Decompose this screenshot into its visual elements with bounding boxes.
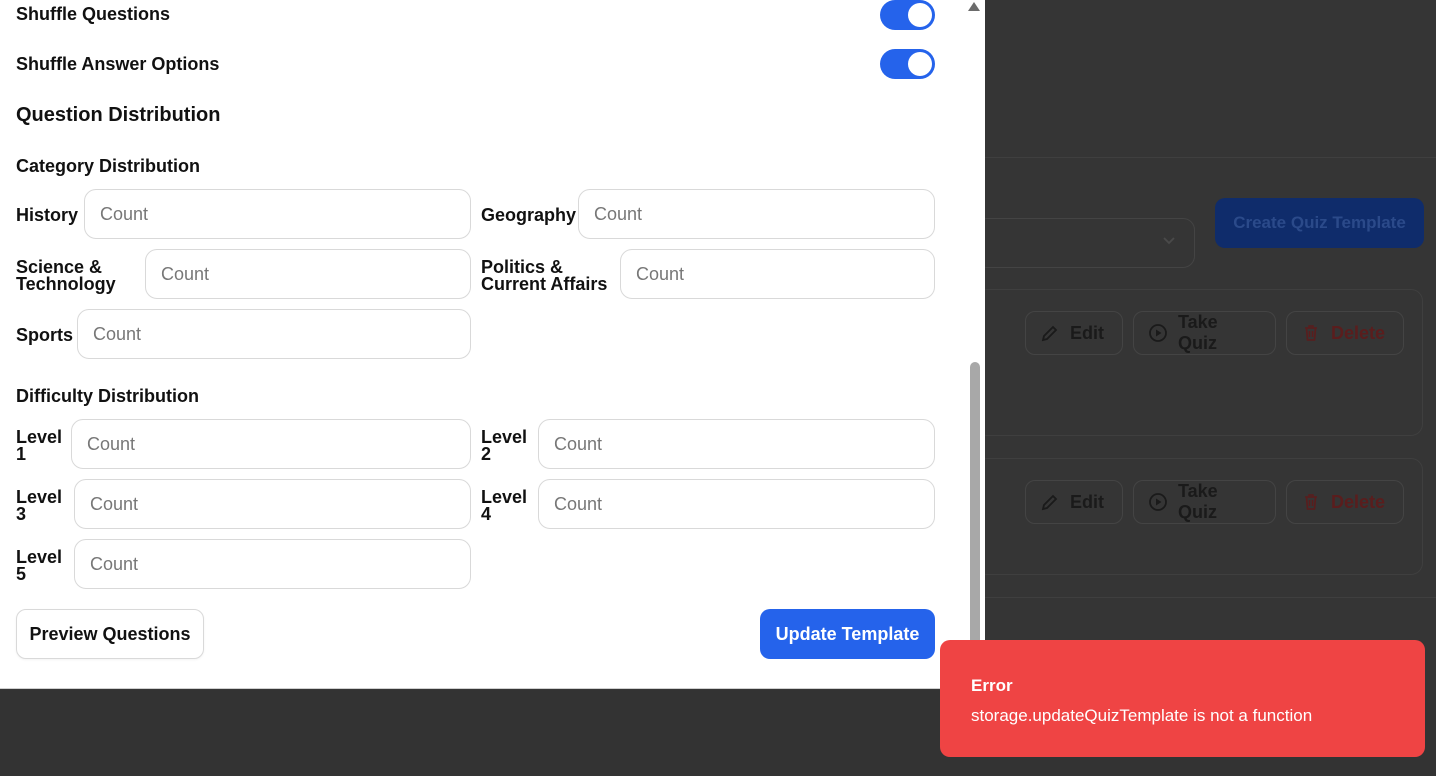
preview-questions-button[interactable]: Preview Questions	[16, 609, 204, 659]
filter-select[interactable]	[975, 218, 1195, 268]
level-4-count-input[interactable]	[538, 479, 935, 529]
difficulty-label-level-3: Level 3	[16, 488, 62, 524]
shuffle-answers-toggle[interactable]	[880, 49, 935, 79]
label-line: Current Affairs	[481, 274, 608, 294]
update-template-button[interactable]: Update Template	[760, 609, 935, 659]
error-toast: Error storage.updateQuizTemplate is not …	[940, 640, 1425, 757]
level-5-count-input[interactable]	[74, 539, 471, 589]
difficulty-label-level-1: Level 1	[16, 428, 62, 464]
edit-label: Edit	[1070, 491, 1104, 512]
shuffle-questions-toggle[interactable]	[880, 0, 935, 30]
label-line: 3	[16, 504, 27, 524]
geography-count-input[interactable]	[578, 189, 935, 239]
trash-icon	[1305, 325, 1317, 341]
delete-button[interactable]: Delete	[1286, 480, 1404, 524]
toggle-knob	[908, 3, 932, 27]
toggle-knob	[908, 52, 932, 76]
category-distribution-title: Category Distribution	[16, 156, 201, 176]
quiz-template-card: Edit Take Quiz Delete	[975, 289, 1423, 436]
edit-button[interactable]: Edit	[1025, 311, 1123, 355]
level-2-count-input[interactable]	[538, 419, 935, 469]
category-label-geography: Geography	[481, 205, 577, 225]
edit-template-modal: Shuffle Questions Shuffle Answer Options…	[0, 0, 985, 689]
scrollbar-thumb[interactable]	[970, 362, 980, 647]
question-distribution-title: Question Distribution	[16, 104, 221, 126]
science-technology-count-input[interactable]	[145, 249, 471, 299]
politics-current-affairs-count-input[interactable]	[620, 249, 935, 299]
play-circle-icon	[1149, 493, 1167, 511]
pencil-icon	[1041, 325, 1058, 342]
level-3-count-input[interactable]	[74, 479, 471, 529]
take-quiz-label: Take Quiz	[1178, 481, 1218, 522]
trash-icon	[1305, 494, 1317, 510]
take-quiz-button[interactable]: Take Quiz	[1133, 480, 1276, 524]
label-line: 2	[481, 444, 492, 464]
divider	[985, 157, 1436, 158]
label-line: 4	[481, 504, 492, 524]
play-circle-icon	[1149, 324, 1167, 342]
toast-message: storage.updateQuizTemplate is not a func…	[971, 706, 1313, 725]
category-label-science-technology: Science & Technology	[16, 258, 116, 294]
pencil-icon	[1041, 494, 1058, 511]
take-quiz-label: Take Quiz	[1178, 312, 1218, 353]
sports-count-input[interactable]	[77, 309, 471, 359]
difficulty-label-level-4: Level 4	[481, 488, 527, 524]
level-1-count-input[interactable]	[71, 419, 471, 469]
difficulty-label-level-5: Level 5	[16, 548, 62, 584]
delete-label: Delete	[1331, 322, 1386, 343]
difficulty-label-level-2: Level 2	[481, 428, 527, 464]
delete-label: Delete	[1331, 491, 1386, 512]
edit-label: Edit	[1070, 322, 1104, 343]
divider	[985, 597, 1436, 598]
label-line: Technology	[16, 274, 116, 294]
shuffle-answers-label: Shuffle Answer Options	[16, 54, 220, 74]
difficulty-distribution-title: Difficulty Distribution	[16, 386, 199, 406]
scroll-up-arrow-icon[interactable]	[968, 2, 980, 11]
history-count-input[interactable]	[84, 189, 471, 239]
delete-button[interactable]: Delete	[1286, 311, 1404, 355]
edit-button[interactable]: Edit	[1025, 480, 1123, 524]
category-label-sports: Sports	[16, 325, 74, 345]
toast-title: Error	[971, 676, 1013, 695]
label-line: 5	[16, 564, 27, 584]
category-label-history: History	[16, 205, 79, 225]
label-line: 1	[16, 444, 27, 464]
category-label-politics-current-affairs: Politics & Current Affairs	[481, 258, 608, 294]
quiz-template-card: Edit Take Quiz Delete	[975, 458, 1423, 575]
chevron-down-icon	[1163, 237, 1175, 245]
create-quiz-template-button[interactable]: Create Quiz Template	[1215, 198, 1424, 248]
take-quiz-button[interactable]: Take Quiz	[1133, 311, 1276, 355]
shuffle-questions-label: Shuffle Questions	[16, 4, 171, 24]
